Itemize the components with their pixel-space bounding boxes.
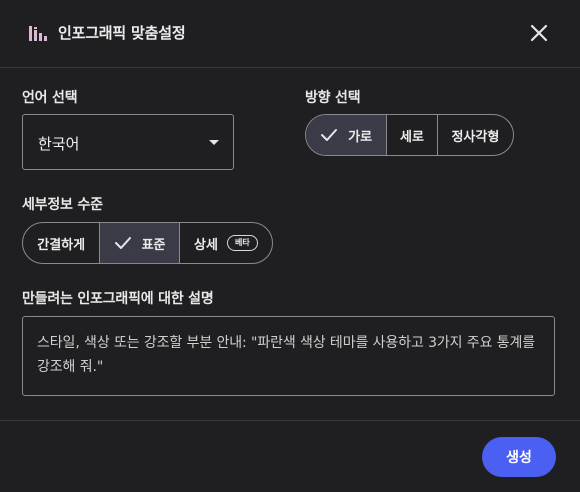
check-icon	[321, 129, 338, 141]
detail-option-concise[interactable]: 간결하게	[23, 223, 99, 263]
orientation-segmented-control: 가로 세로 정사각형	[305, 114, 514, 156]
caret-down-icon	[209, 140, 219, 145]
infographic-chart-icon	[29, 26, 47, 41]
infographic-settings-dialog: 인포그래픽 맞춤설정 언어 선택 한국어 방향 선택 가로 세로 정사각형 세부…	[0, 0, 580, 492]
prompt-textarea[interactable]: 스타일, 색상 또는 강조할 부분 안내: "파란색 색상 테마를 사용하고 3…	[22, 316, 555, 396]
orientation-option-label: 가로	[348, 129, 373, 145]
footer-divider	[0, 420, 580, 421]
beta-badge: 베타	[226, 235, 258, 251]
check-icon	[114, 237, 131, 249]
detail-option-label: 표준	[141, 237, 166, 253]
language-select[interactable]: 한국어	[22, 114, 234, 170]
dialog-title: 인포그래픽 맞춤설정	[58, 24, 186, 42]
close-icon[interactable]	[528, 22, 550, 44]
detail-level-label: 세부정보 수준	[22, 197, 103, 213]
detail-option-label: 상세	[194, 237, 218, 253]
orientation-option-portrait[interactable]: 세로	[386, 115, 437, 155]
detail-option-standard[interactable]: 표준	[99, 223, 179, 263]
orientation-option-label: 정사각형	[451, 129, 500, 145]
prompt-label: 만들려는 인포그래픽에 대한 설명	[22, 291, 214, 307]
language-label: 언어 선택	[22, 90, 78, 106]
detail-option-detailed[interactable]: 상세 베타	[178, 223, 272, 263]
orientation-option-landscape[interactable]: 가로	[306, 115, 387, 155]
orientation-option-square[interactable]: 정사각형	[436, 115, 513, 155]
dialog-header: 인포그래픽 맞춤설정	[0, 0, 580, 68]
generate-button[interactable]: 생성	[482, 437, 556, 477]
language-select-value: 한국어	[38, 135, 80, 153]
orientation-label: 방향 선택	[305, 90, 361, 106]
orientation-option-label: 세로	[400, 129, 424, 145]
detail-option-label: 간결하게	[37, 237, 86, 253]
detail-level-segmented-control: 간결하게 표준 상세 베타	[22, 222, 273, 264]
